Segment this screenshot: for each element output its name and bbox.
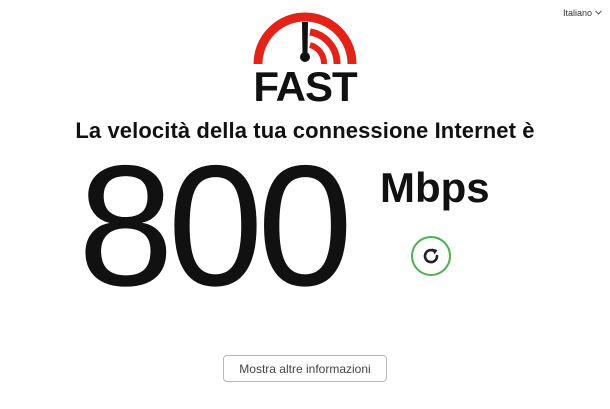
fast-speedtest-page: Italiano FAST La velocità della tua conn… bbox=[0, 0, 610, 409]
chevron-down-icon bbox=[595, 8, 602, 17]
more-info-button[interactable]: Mostra altre informazioni bbox=[223, 355, 387, 382]
language-label: Italiano bbox=[562, 8, 592, 18]
logo-text: FAST bbox=[253, 63, 357, 110]
fast-logo: FAST bbox=[250, 10, 360, 108]
reload-button[interactable] bbox=[411, 236, 451, 276]
speed-unit: Mbps bbox=[380, 164, 490, 211]
refresh-icon bbox=[423, 248, 439, 264]
language-selector[interactable]: Italiano bbox=[563, 8, 602, 18]
speed-value: 800 bbox=[78, 130, 353, 322]
speedometer-icon bbox=[253, 12, 357, 65]
